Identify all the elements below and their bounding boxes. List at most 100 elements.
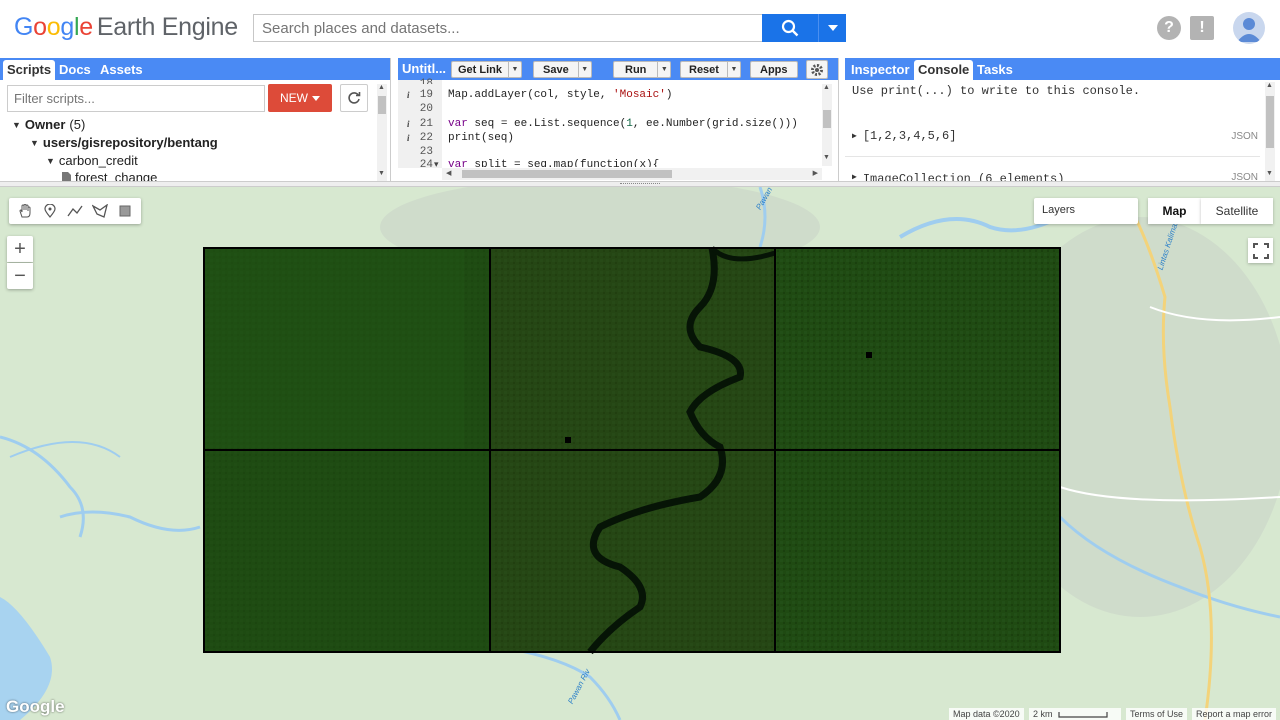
expand-icon: ▼ <box>12 119 21 130</box>
file-icon <box>62 172 71 181</box>
console-output-row[interactable]: ▶ ImageCollection (6 elements) JSON <box>852 172 1258 181</box>
caret-down-icon[interactable]: ▼ <box>726 62 740 77</box>
caret-down-icon[interactable]: ▼ <box>657 62 670 77</box>
editor-horizontal-scrollbar[interactable]: ◀ ▶ <box>442 168 822 180</box>
polygon-tool[interactable] <box>89 200 111 222</box>
report-map-error-link[interactable]: Report a map error <box>1192 708 1277 720</box>
fullscreen-button[interactable] <box>1248 238 1273 263</box>
scroll-right-icon: ▶ <box>812 170 818 177</box>
caret-down-icon <box>827 25 838 31</box>
search-button[interactable] <box>762 14 818 42</box>
tree-repository[interactable]: ▼ users/gisrepository/bentang <box>30 135 218 150</box>
tree-owner[interactable]: ▼ Owner (5) <box>12 117 85 132</box>
search-icon <box>781 19 799 37</box>
filter-scripts-input[interactable] <box>7 85 265 112</box>
editor-tabbar: Untitl... Get Link ▼ Save ▼ Run ▼ Reset ▼ Ap… <box>398 58 838 80</box>
polygon-icon <box>91 204 108 218</box>
hand-tool[interactable] <box>14 200 36 222</box>
info-icon[interactable]: i <box>407 133 410 143</box>
splitter-grip[interactable] <box>620 183 660 185</box>
save-button[interactable]: Save ▼ <box>533 61 592 78</box>
scroll-down-icon: ▼ <box>378 170 385 177</box>
fold-icon[interactable]: ▾ <box>434 159 439 170</box>
scrollbar-thumb[interactable] <box>1266 96 1274 148</box>
rectangle-icon <box>119 205 131 217</box>
caret-down-icon[interactable]: ▼ <box>508 62 521 77</box>
caret-down-icon[interactable]: ▼ <box>577 62 591 77</box>
line-tool[interactable] <box>64 200 86 222</box>
scroll-up-icon: ▲ <box>378 84 385 91</box>
user-avatar[interactable] <box>1233 12 1265 44</box>
scripts-scrollbar[interactable]: ▲ ▼ <box>377 84 387 181</box>
code-line-22[interactable]: print(seq) <box>448 132 514 144</box>
earth-engine-logo[interactable]: Google Earth Engine <box>14 13 238 42</box>
expand-icon[interactable]: ▶ <box>852 172 857 181</box>
console-hint: Use print(...) to write to this console. <box>852 84 1141 98</box>
map-scale[interactable]: 2 km <box>1029 708 1121 720</box>
run-button[interactable]: Run ▼ <box>613 61 672 78</box>
scrollbar-thumb[interactable] <box>823 110 831 128</box>
google-logo[interactable]: Google <box>6 697 65 717</box>
code-line-24[interactable]: var split = seq.map(function(x){ <box>448 159 659 167</box>
script-tab-name[interactable]: Untitl... <box>402 61 446 76</box>
gear-icon <box>811 63 823 76</box>
zoom-out-button[interactable]: − <box>7 263 33 289</box>
expand-icon[interactable]: ▶ <box>852 131 857 141</box>
console-panel: Inspector Console Tasks Use print(...) t… <box>845 58 1280 181</box>
editor-vertical-scrollbar[interactable]: ▲ ▼ <box>822 84 832 166</box>
rectangle-tool[interactable] <box>114 200 136 222</box>
info-icon[interactable]: i <box>407 90 410 100</box>
scroll-left-icon: ◀ <box>446 170 452 177</box>
expand-icon: ▼ <box>30 137 39 148</box>
code-line-21[interactable]: var seq = ee.List.sequence(1, ee.Number(… <box>448 118 798 130</box>
zoom-in-button[interactable]: + <box>7 236 33 262</box>
hand-icon <box>19 204 31 218</box>
new-script-button[interactable]: NEW <box>268 84 332 112</box>
tab-docs[interactable]: Docs <box>55 60 95 80</box>
map-base <box>0 187 1280 720</box>
info-icon[interactable]: i <box>407 119 410 129</box>
map-canvas[interactable]: Lintas Kalimantan Pawan Pawan Riv + − La… <box>0 187 1280 720</box>
fullscreen-icon <box>1252 242 1269 259</box>
terms-of-use-link[interactable]: Terms of Use <box>1126 708 1188 720</box>
map-data-attribution: Map data ©2020 <box>949 708 1024 720</box>
console-output-row[interactable]: ▶ [1,2,3,4,5,6] JSON <box>852 129 1258 143</box>
console-scrollbar[interactable]: ▲ ▼ <box>1265 82 1275 181</box>
tab-scripts[interactable]: Scripts <box>3 60 56 80</box>
scrollbar-thumb[interactable] <box>378 96 386 114</box>
scrollbar-thumb[interactable] <box>462 170 672 178</box>
expand-icon: ▼ <box>46 155 55 166</box>
marker-tool[interactable] <box>39 200 61 222</box>
caret-down-icon <box>312 95 320 101</box>
map-type-map[interactable]: Map <box>1148 198 1201 224</box>
scroll-down-icon: ▼ <box>1266 170 1273 177</box>
refresh-button[interactable] <box>340 84 368 112</box>
tree-folder-carbon-credit[interactable]: ▼ carbon_credit <box>46 153 138 168</box>
search-input[interactable] <box>253 14 762 42</box>
code-line-19[interactable]: Map.addLayer(col, style, 'Mosaic') <box>448 89 672 101</box>
scripts-panel: Scripts Docs Assets NEW ▼ Owner (5) ▼ us… <box>0 58 391 181</box>
pin-icon <box>44 204 56 218</box>
help-icon[interactable]: ? <box>1157 16 1181 40</box>
layers-button[interactable]: Layers <box>1034 198 1138 224</box>
feedback-icon[interactable]: ! <box>1190 16 1214 40</box>
search-options-button[interactable] <box>818 14 846 42</box>
map-type-satellite[interactable]: Satellite <box>1201 198 1273 224</box>
tab-console[interactable]: Console <box>914 60 974 80</box>
apps-button[interactable]: Apps <box>750 61 798 78</box>
tab-assets[interactable]: Assets <box>96 60 147 80</box>
code-editor-panel: Untitl... Get Link ▼ Save ▼ Run ▼ Reset ▼ Ap… <box>398 58 839 181</box>
get-link-button[interactable]: Get Link ▼ <box>451 61 523 78</box>
user-icon <box>1237 18 1261 42</box>
app-header: GoogleEarth Engine ? ! <box>0 0 1280 57</box>
reset-button[interactable]: Reset ▼ <box>680 61 741 78</box>
scroll-up-icon: ▲ <box>823 84 830 91</box>
console-divider <box>845 156 1260 157</box>
tab-tasks[interactable]: Tasks <box>973 60 1017 80</box>
tree-file-forest-change[interactable]: forest_change <box>62 170 157 181</box>
settings-button[interactable] <box>806 60 828 79</box>
scroll-down-icon: ▼ <box>823 154 830 161</box>
tab-inspector[interactable]: Inspector <box>847 60 914 80</box>
scroll-up-icon: ▲ <box>1266 82 1273 89</box>
scale-bar-icon <box>1058 711 1108 718</box>
